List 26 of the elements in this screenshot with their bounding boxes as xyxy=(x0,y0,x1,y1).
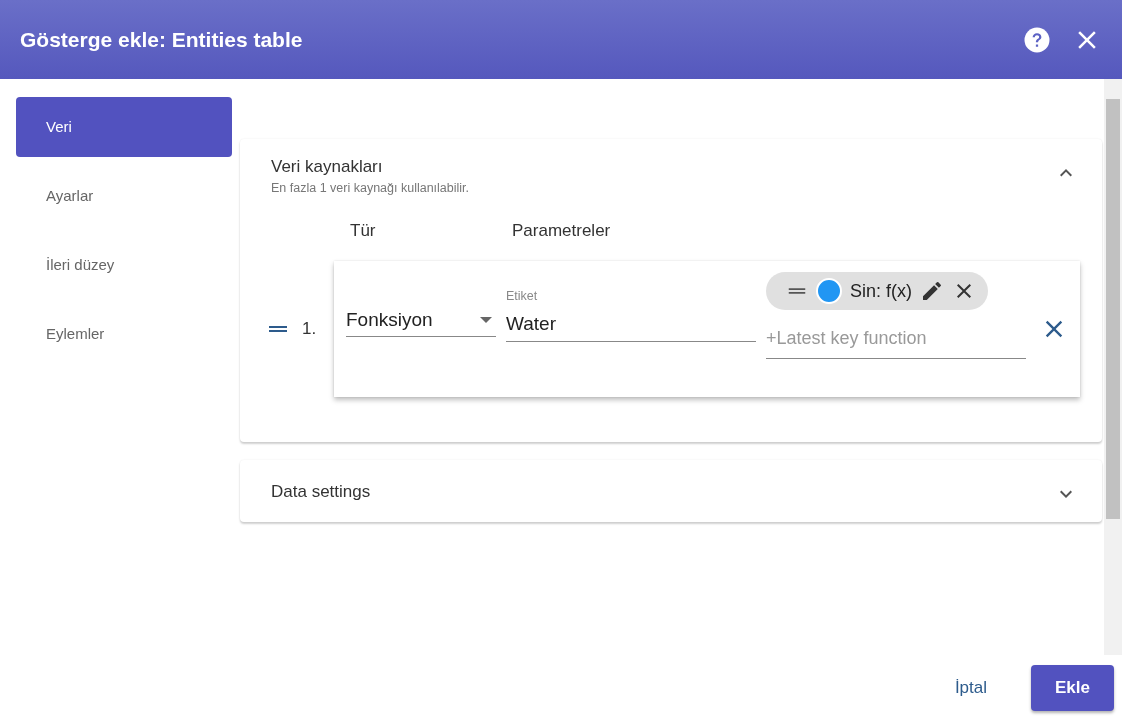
type-select[interactable]: Fonksiyon xyxy=(346,309,496,337)
pencil-icon[interactable] xyxy=(920,279,944,303)
color-dot[interactable] xyxy=(816,278,842,304)
key-input[interactable]: +Latest key function xyxy=(766,318,1026,358)
panel-subtitle: En fazla 1 veri kaynağı kullanılabilir. xyxy=(271,181,470,195)
panel-title[interactable]: Veri kaynakları xyxy=(271,157,470,177)
column-header: Tür xyxy=(350,221,377,242)
column-header: Parametreler xyxy=(512,221,611,242)
field-label: Etiket xyxy=(506,289,539,303)
dropdown-arrow-icon xyxy=(480,317,492,323)
dialog-title: Gösterge ekle: Entities table xyxy=(20,27,303,52)
key-chip[interactable]: Sin: f(x) xyxy=(766,272,988,310)
sidebar-item[interactable]: Eylemler xyxy=(16,304,232,364)
scrollbar-thumb[interactable] xyxy=(1106,99,1120,519)
sidebar-item[interactable]: İleri düzey xyxy=(16,235,232,295)
row-index: 1. xyxy=(302,319,318,339)
scrollbar[interactable] xyxy=(1104,79,1122,655)
select-value: Fonksiyon xyxy=(346,309,433,331)
add-button[interactable]: Ekle xyxy=(1031,665,1114,711)
label-field[interactable]: Etiket Water xyxy=(506,289,756,342)
sidebar-item[interactable]: Veri xyxy=(16,97,232,157)
field-value: Water xyxy=(506,313,557,335)
chip-label: Sin: f(x) xyxy=(850,280,912,302)
panel-title[interactable]: Data settings xyxy=(271,482,371,502)
cancel-button[interactable]: İptal xyxy=(930,665,1011,711)
sidebar-item[interactable]: Ayarlar xyxy=(16,166,232,226)
